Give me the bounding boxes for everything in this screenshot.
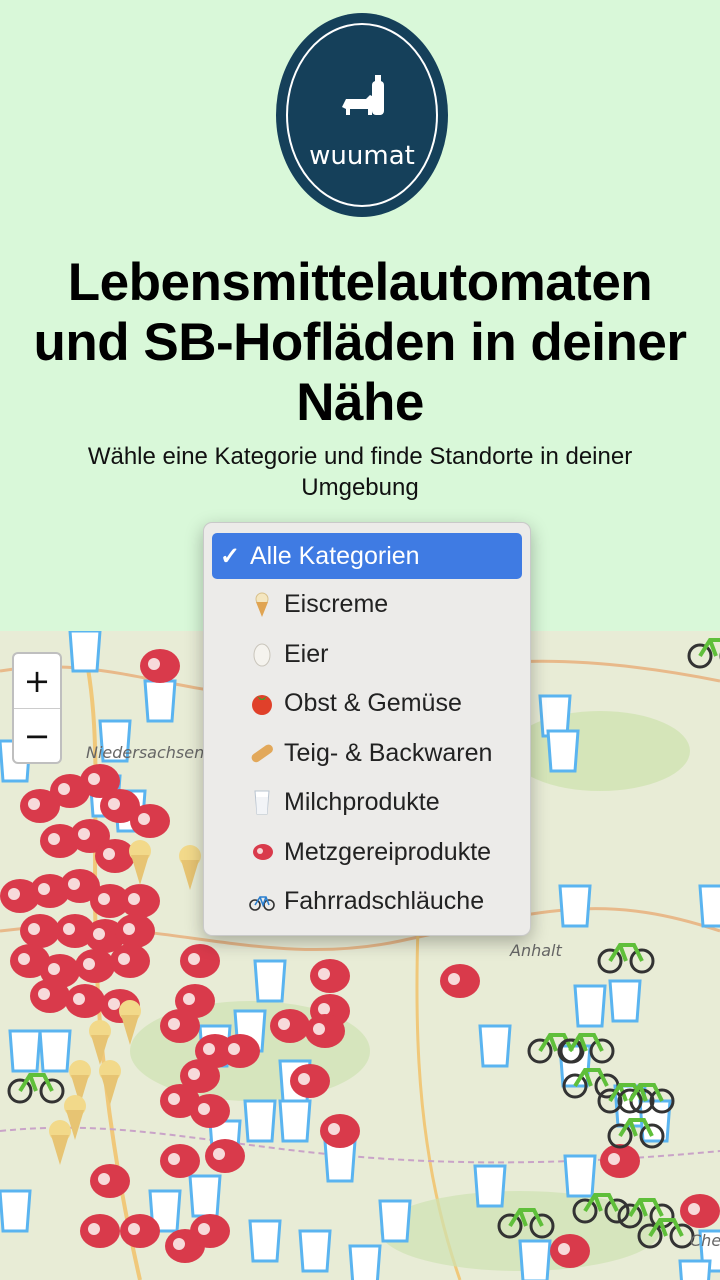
zoom-control: + − bbox=[12, 652, 62, 764]
meat-marker-icon[interactable] bbox=[190, 1094, 230, 1128]
category-option-eier[interactable]: Eier bbox=[212, 631, 522, 677]
zoom-out-button[interactable]: − bbox=[14, 708, 60, 763]
milk-marker-icon[interactable] bbox=[38, 1029, 72, 1073]
milk-marker-icon[interactable] bbox=[68, 631, 102, 673]
milk-marker-icon[interactable] bbox=[518, 1239, 552, 1280]
meat-marker-icon[interactable] bbox=[30, 979, 70, 1013]
milk-marker-icon[interactable] bbox=[378, 1199, 412, 1243]
category-option-metzgereiprodukte[interactable]: Metzgereiprodukte bbox=[212, 829, 522, 875]
category-label: Milchprodukte bbox=[284, 787, 440, 816]
category-label: Obst & Gemüse bbox=[284, 688, 462, 717]
meat-marker-icon[interactable] bbox=[140, 649, 180, 683]
meat-marker-icon[interactable] bbox=[75, 949, 115, 983]
page: wuumat Lebensmittelautomaten und SB-Hofl… bbox=[0, 0, 720, 1280]
milk-marker-icon[interactable] bbox=[558, 884, 592, 928]
page-subtitle: Wähle eine Kategorie und finde Standorte… bbox=[87, 443, 633, 501]
category-option-teig-backwaren[interactable]: Teig- & Backwaren bbox=[212, 730, 522, 776]
milk-marker-icon[interactable] bbox=[563, 1154, 597, 1198]
category-label: Eier bbox=[284, 639, 329, 668]
meat-marker-icon[interactable] bbox=[130, 804, 170, 838]
milk-marker-icon[interactable] bbox=[253, 959, 287, 1003]
milk-marker-icon[interactable] bbox=[698, 884, 720, 928]
category-label: Metzgereiprodukte bbox=[284, 837, 492, 866]
bread-icon bbox=[251, 744, 273, 763]
wuumat-logo[interactable]: wuumat bbox=[276, 13, 448, 217]
milk-marker-icon[interactable] bbox=[473, 1164, 507, 1208]
map-label-niedersachsen: Niedersachsen bbox=[86, 743, 205, 762]
milk-marker-icon[interactable] bbox=[573, 984, 607, 1028]
tomato-icon bbox=[252, 695, 272, 715]
meat-marker-icon[interactable] bbox=[220, 1034, 260, 1068]
category-label: Fahrradschläuche bbox=[284, 886, 485, 915]
meat-marker-icon[interactable] bbox=[110, 944, 150, 978]
logo-text: wuumat bbox=[309, 141, 415, 171]
meat-marker-icon[interactable] bbox=[290, 1064, 330, 1098]
milk-marker-icon[interactable] bbox=[0, 1189, 32, 1233]
meat-marker-icon[interactable] bbox=[305, 1014, 345, 1048]
milk-marker-icon[interactable] bbox=[248, 1219, 282, 1263]
meat-marker-icon[interactable] bbox=[120, 884, 160, 918]
meat-marker-icon[interactable] bbox=[310, 959, 350, 993]
milk-marker-icon[interactable] bbox=[8, 1029, 42, 1073]
meat-marker-icon[interactable] bbox=[600, 1144, 640, 1178]
milk-marker-icon[interactable] bbox=[298, 1229, 332, 1273]
category-option-milchprodukte[interactable]: Milchprodukte bbox=[212, 779, 522, 825]
meat-marker-icon[interactable] bbox=[160, 1144, 200, 1178]
meat-marker-icon[interactable] bbox=[65, 984, 105, 1018]
meat-marker-icon[interactable] bbox=[115, 914, 155, 948]
milk-marker-icon[interactable] bbox=[188, 1174, 222, 1218]
meat-marker-icon[interactable] bbox=[190, 1214, 230, 1248]
zoom-in-button[interactable]: + bbox=[14, 654, 60, 708]
meat-marker-icon[interactable] bbox=[440, 964, 480, 998]
milk-marker-icon[interactable] bbox=[278, 1099, 312, 1143]
bicycle-icon bbox=[249, 896, 275, 911]
meat-marker-icon[interactable] bbox=[160, 1009, 200, 1043]
meat-marker-icon[interactable] bbox=[90, 1164, 130, 1198]
category-label: Eiscreme bbox=[284, 589, 389, 618]
category-label: Alle Kategorien bbox=[250, 541, 420, 570]
category-option-alle[interactable]: ✓ Alle Kategorien bbox=[212, 533, 522, 579]
meat-marker-icon[interactable] bbox=[95, 839, 135, 873]
map-label-anhalt: Anhalt bbox=[510, 941, 562, 960]
meat-marker-icon[interactable] bbox=[320, 1114, 360, 1148]
map-label-che: Che bbox=[690, 1231, 720, 1250]
meat-marker-icon[interactable] bbox=[270, 1009, 310, 1043]
meat-marker-icon[interactable] bbox=[20, 914, 60, 948]
page-title: Lebensmittelautomaten und SB-Hofläden in… bbox=[33, 253, 687, 432]
meat-marker-icon[interactable] bbox=[680, 1194, 720, 1228]
milk-marker-icon[interactable] bbox=[478, 1024, 512, 1068]
category-option-fahrradschlaeuche[interactable]: Fahrradschläuche bbox=[212, 878, 522, 924]
milk-marker-icon[interactable] bbox=[678, 1259, 712, 1280]
category-dropdown[interactable]: ✓ Alle Kategorien Eiscreme Eier Obst & G… bbox=[203, 522, 531, 936]
meat-marker-icon[interactable] bbox=[80, 1214, 120, 1248]
category-option-eiscreme[interactable]: Eiscreme bbox=[212, 581, 522, 627]
milk-marker-icon[interactable] bbox=[348, 1244, 382, 1280]
milk-marker-icon[interactable] bbox=[143, 679, 177, 723]
milk-marker-icon[interactable] bbox=[546, 729, 580, 773]
category-option-obst-gemuese[interactable]: Obst & Gemüse bbox=[212, 680, 522, 726]
egg-icon bbox=[253, 643, 271, 667]
ice-cream-icon bbox=[255, 592, 269, 617]
meat-icon bbox=[253, 844, 273, 860]
meat-marker-icon[interactable] bbox=[550, 1234, 590, 1268]
meat-marker-icon[interactable] bbox=[205, 1139, 245, 1173]
milk-marker-icon[interactable] bbox=[608, 979, 642, 1023]
meat-marker-icon[interactable] bbox=[180, 944, 220, 978]
meat-marker-icon[interactable] bbox=[120, 1214, 160, 1248]
milk-glass-icon bbox=[254, 790, 270, 815]
cow-milk-bottle-icon bbox=[342, 75, 384, 115]
milk-marker-icon[interactable] bbox=[243, 1099, 277, 1143]
checkmark-icon: ✓ bbox=[220, 542, 241, 570]
category-label: Teig- & Backwaren bbox=[284, 738, 493, 767]
